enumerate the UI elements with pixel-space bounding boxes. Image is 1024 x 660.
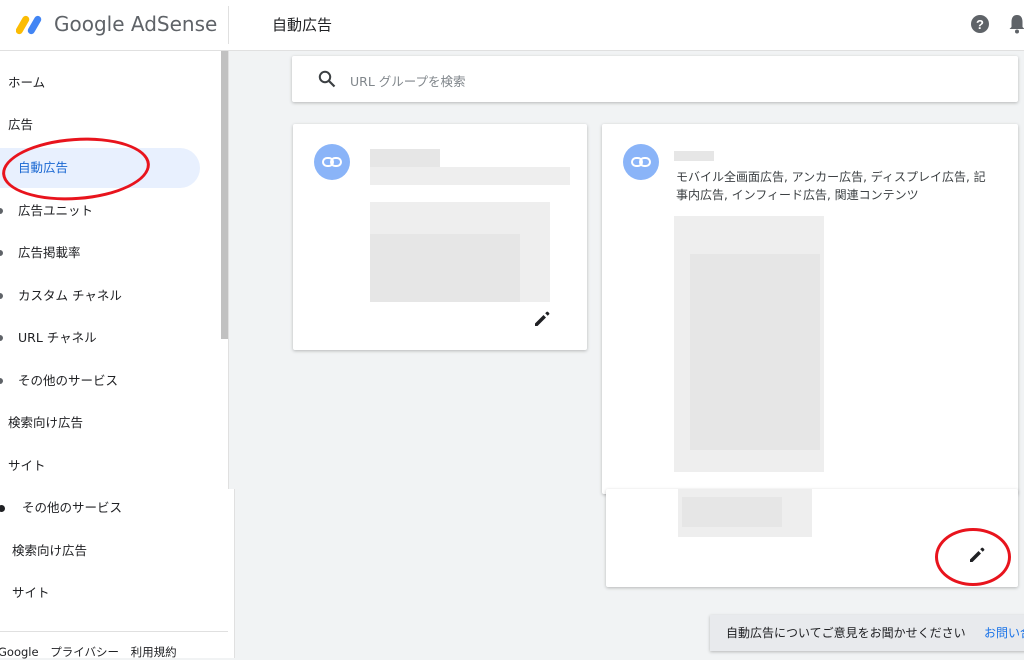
sidebar-nav: ホーム 広告 自動広告 広告ユニット 広告掲載率 カスタム チャネル URL チ… [0,51,229,489]
sidebar-item-ad-units[interactable]: 広告ユニット [0,191,228,231]
sidebar-item-label: 検索向け広告 [8,415,84,430]
sidebar-item-other-services-repeat[interactable]: その他のサービス [22,497,122,516]
sidebar-item-custom-channels[interactable]: カスタム チャネル [0,276,228,316]
link-icon [314,144,350,180]
sidebar-item-label: カスタム チャネル [18,288,122,303]
notification-bell-icon[interactable] [1008,14,1024,34]
sidebar-item-search-ads-repeat[interactable]: 検索向け広告 [12,540,87,559]
edit-pencil-icon[interactable] [532,309,552,329]
sidebar-item-other-services[interactable]: その他のサービス [0,361,228,401]
footer-privacy-link[interactable]: プライバシー [50,645,119,659]
sidebar-item-ads[interactable]: 広告 [0,105,228,145]
url-group-search[interactable]: URL グループを検索 [292,56,1018,102]
bullet-icon [0,250,3,256]
url-group-card-lower[interactable] [606,489,1018,587]
sidebar-item-label: その他のサービス [18,373,119,388]
bullet-icon [0,505,5,512]
sidebar-item-url-channels[interactable]: URL チャネル [0,318,228,358]
search-icon [318,70,336,88]
sidebar-item-label: 広告ユニット [18,203,94,218]
footer-google-link[interactable]: Google [0,645,39,659]
redacted-block [674,151,714,161]
url-group-card[interactable]: モバイル全画面広告, アンカー広告, ディスプレイ広告, 記事内広告, インフィ… [602,124,1018,494]
svg-text:?: ? [976,17,984,32]
link-icon [623,144,659,180]
contact-link[interactable]: お問い合わせ [984,615,1024,651]
sidebar-item-label: サイト [8,458,46,473]
sidebar-item-search-ads[interactable]: 検索向け広告 [0,403,228,443]
redacted-block [370,234,520,302]
redacted-block [682,497,782,527]
sidebar-item-home[interactable]: ホーム [0,63,228,103]
sidebar-lower-fragment: その他のサービス 検索向け広告 サイト Google プライバシー 利用規約 [0,489,235,659]
page-title: 自動広告 [272,16,333,34]
edit-pencil-icon[interactable] [967,545,987,565]
bullet-icon [0,293,3,299]
ad-formats-description: モバイル全画面広告, アンカー広告, ディスプレイ広告, 記事内広告, インフィ… [676,170,986,202]
adsense-logo-icon [16,15,42,35]
sidebar-item-sites[interactable]: サイト [0,446,228,486]
footer-divider [0,631,228,632]
sidebar-scrollbar[interactable] [221,51,228,339]
sidebar-item-label: 自動広告 [18,160,69,175]
url-group-card[interactable] [293,124,587,350]
redacted-block [370,149,440,167]
sidebar-item-label: URL チャネル [18,330,97,345]
sidebar-item-label: 広告掲載率 [18,245,81,260]
sidebar-item-label: 広告 [8,117,34,132]
top-app-bar: Google AdSense 自動広告 ? [0,0,1024,51]
sidebar-item-auto-ads[interactable]: 自動広告 [0,148,200,188]
bullet-icon [0,378,3,384]
sidebar-item-label: ホーム [8,75,46,90]
search-input[interactable]: URL グループを検索 [350,71,466,90]
feedback-message: 自動広告についてご意見をお聞かせください [726,626,966,640]
footer-terms-link[interactable]: 利用規約 [131,645,177,659]
redacted-block [690,254,820,450]
sidebar-item-sites-repeat[interactable]: サイト [12,582,50,601]
feedback-snackbar: 自動広告についてご意見をお聞かせください お問い合わせ [710,615,1024,651]
sidebar-item-ad-coverage[interactable]: 広告掲載率 [0,233,228,273]
help-icon[interactable]: ? [970,14,990,34]
brand-name[interactable]: Google AdSense [54,12,217,36]
header-divider [228,6,229,44]
bullet-icon [0,335,3,341]
bullet-icon [0,208,3,214]
redacted-block [370,167,570,185]
